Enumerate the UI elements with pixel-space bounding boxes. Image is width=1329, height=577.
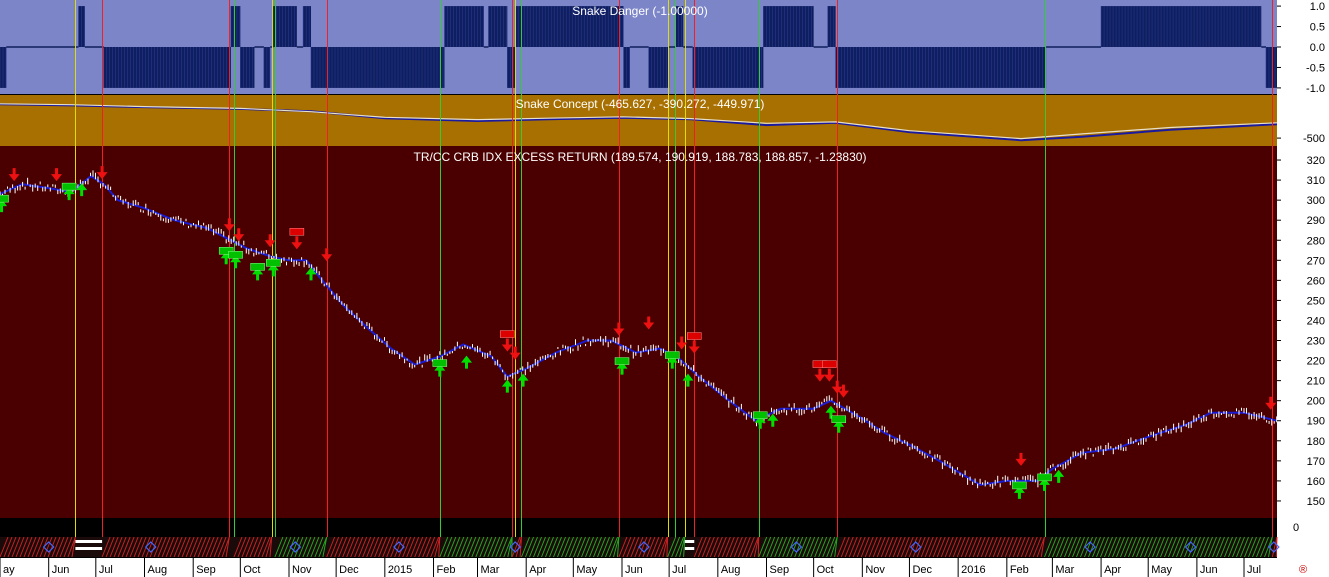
x-tick-label: ay xyxy=(3,564,15,576)
x-tick-label: Aug xyxy=(148,564,168,576)
danger-ytick-label: -0.5 xyxy=(1306,62,1325,74)
strip-hatch-16 xyxy=(1275,536,1278,558)
x-tick-label: Mar xyxy=(1055,564,1074,576)
price-ytick-label: 210 xyxy=(1307,376,1325,388)
x-tick-label: Dec xyxy=(912,564,932,576)
price-ytick-label: 150 xyxy=(1307,496,1325,508)
corner-mark: ® xyxy=(1299,564,1307,576)
danger-ytick-label: 0.0 xyxy=(1310,42,1325,54)
concept-ytick-label: -500 xyxy=(1303,133,1325,145)
snake-concept-title: Snake Concept (-465.627, -390.272, -449.… xyxy=(516,97,765,111)
strip-white-bar-11 xyxy=(684,547,695,550)
price-ytick-label: 280 xyxy=(1307,235,1325,247)
buy-tag-4 xyxy=(61,182,77,191)
danger-block-26 xyxy=(763,6,814,48)
danger-block-12 xyxy=(303,6,312,48)
x-tick-label: Jul xyxy=(99,564,113,576)
x-tick-label: 2015 xyxy=(388,564,412,576)
price-ytick-label: 260 xyxy=(1307,275,1325,287)
price-background xyxy=(0,146,1277,518)
price-ytick-label: 230 xyxy=(1307,336,1325,348)
sell-tag-32 xyxy=(822,360,837,368)
strip-white-bar-1 xyxy=(75,540,103,543)
x-tick-label: Oct xyxy=(243,564,260,576)
chart-root: 1.0 0.5 0.0 -0.5 -1.0 -500 150 160 170 180 190 200 2… xyxy=(0,0,1329,577)
x-tick-label: Apr xyxy=(529,564,546,576)
x-tick-label: 2016 xyxy=(961,564,985,576)
footer-zero-label: 0 xyxy=(1293,522,1299,534)
buy-tag-39 xyxy=(1037,473,1052,482)
price-title: TR/CC CRB IDX EXCESS RETURN (189.574, 19… xyxy=(414,150,867,164)
price-ytick-label: 310 xyxy=(1307,175,1325,187)
buy-tag-36 xyxy=(831,415,847,423)
x-tick-label: Feb xyxy=(1010,564,1029,576)
danger-block-28 xyxy=(827,6,836,48)
price-ytick-label: 250 xyxy=(1307,295,1325,307)
danger-ytick-label: 1.0 xyxy=(1310,1,1325,13)
x-tick-label: Nov xyxy=(865,564,885,576)
sell-tag-13 xyxy=(289,228,305,236)
price-ytick-label: 270 xyxy=(1307,255,1325,267)
buy-tag-11 xyxy=(250,263,265,271)
status-strip xyxy=(0,536,1280,558)
buy-tag-3 xyxy=(0,194,9,203)
price-ytick-label: 160 xyxy=(1307,476,1325,488)
buy-tag-38 xyxy=(1012,481,1027,490)
x-tick-label: Apr xyxy=(1104,564,1121,576)
price-ytick-label: 320 xyxy=(1307,155,1325,167)
buy-tag-16 xyxy=(432,359,448,367)
buy-tag-25 xyxy=(665,351,680,359)
price-ytick-label: 290 xyxy=(1307,215,1325,227)
x-tick-label: May xyxy=(576,564,597,576)
price-ytick-label: 220 xyxy=(1307,356,1325,368)
price-ytick-label: 170 xyxy=(1307,456,1325,468)
danger-ytick-label: 0.5 xyxy=(1310,22,1325,34)
x-tick-label: Sep xyxy=(196,564,216,576)
danger-block-17 xyxy=(507,47,516,88)
sell-tag-18 xyxy=(500,330,515,338)
danger-ytick-label: -1.0 xyxy=(1306,83,1325,95)
price-ytick-label: 190 xyxy=(1307,416,1325,428)
x-tick-label: May xyxy=(1151,564,1172,576)
x-tick-label: Mar xyxy=(481,564,500,576)
x-tick-label: Jun xyxy=(625,564,643,576)
x-tick-label: Jun xyxy=(1200,564,1218,576)
snake-danger-title: Snake Danger (-1.00000) xyxy=(572,4,707,18)
price-ytick-label: 180 xyxy=(1307,436,1325,448)
strip-white-bar-11 xyxy=(684,540,695,543)
x-tick-label: Jul xyxy=(672,564,686,576)
x-tick-label: Nov xyxy=(292,564,312,576)
x-tick-label: Jul xyxy=(1247,564,1261,576)
buy-tag-29 xyxy=(752,411,768,419)
x-tick-label: Feb xyxy=(437,564,456,576)
danger-block-33 xyxy=(1266,47,1277,88)
buy-tag-23 xyxy=(614,357,630,365)
strip-white-bar-1 xyxy=(75,547,103,550)
footer-band xyxy=(0,518,1277,537)
x-tick-label: Aug xyxy=(721,564,741,576)
danger-block-5 xyxy=(230,6,241,48)
x-tick-label: Oct xyxy=(817,564,834,576)
price-ytick-label: 200 xyxy=(1307,396,1325,408)
danger-block-13 xyxy=(311,47,445,88)
x-tick-label: Jun xyxy=(52,564,70,576)
price-ytick-label: 300 xyxy=(1307,195,1325,207)
x-tick-label: Sep xyxy=(770,564,790,576)
sell-tag-28 xyxy=(687,332,702,340)
buy-tag-12 xyxy=(266,259,281,267)
x-tick-label: Dec xyxy=(339,564,359,576)
price-ytick-label: 240 xyxy=(1307,315,1325,327)
strip-hatch-9 xyxy=(666,536,669,558)
buy-tag-10 xyxy=(228,251,243,259)
